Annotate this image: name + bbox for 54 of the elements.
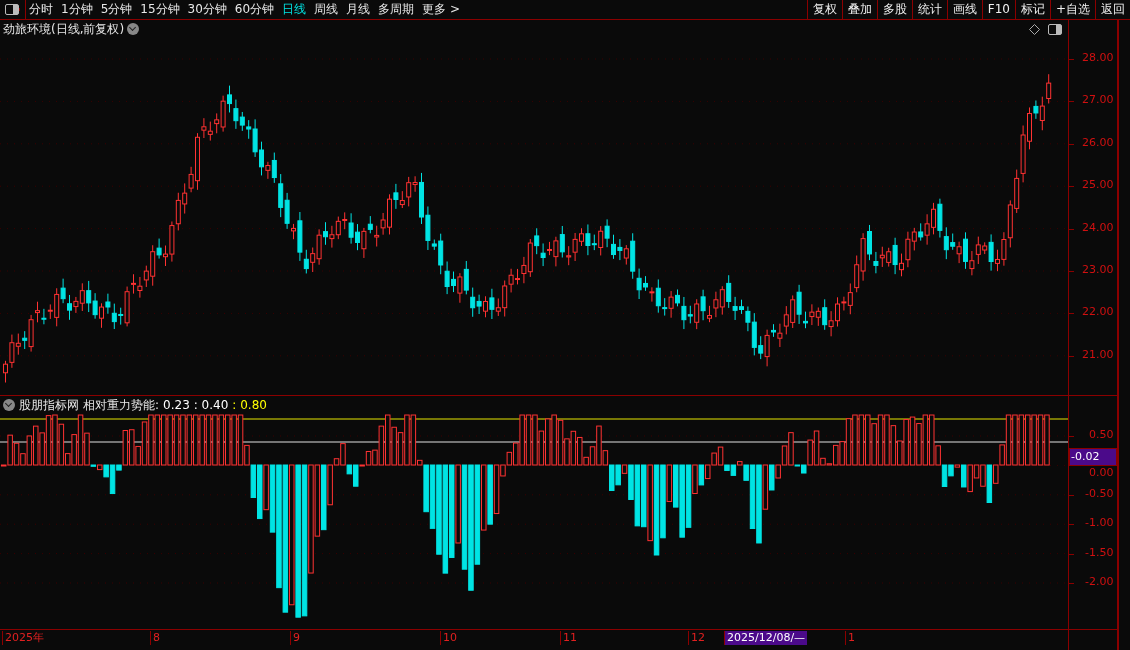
period-tab[interactable]: 周线: [313, 0, 340, 19]
axis-label: 27.00: [1082, 93, 1114, 108]
axis-label: -2.00: [1085, 575, 1114, 589]
axis-label: 0.00: [1089, 466, 1114, 481]
period-tab[interactable]: 更多 >: [421, 0, 461, 19]
period-tab[interactable]: 30分钟: [186, 0, 228, 19]
period-tab[interactable]: 日线: [281, 0, 308, 19]
axis-label: -1.50: [1085, 545, 1114, 560]
axis-label: 26.00: [1082, 135, 1114, 150]
month-label: 12: [688, 631, 707, 645]
period-tab[interactable]: 5分钟: [99, 0, 134, 19]
toolbar-button[interactable]: 复权: [806, 0, 842, 19]
cursor-date-label: 2025/12/08/—: [724, 631, 808, 645]
current-value-label: -0.02: [1069, 448, 1117, 466]
toolbar-button[interactable]: 统计: [911, 0, 947, 19]
panel-toggle-icon[interactable]: [5, 4, 19, 15]
indicator-value: : 0.80: [232, 398, 267, 412]
indicator-value: 0.23: [163, 398, 190, 412]
axis-label: 22.00: [1082, 305, 1114, 320]
toolbar-button[interactable]: +自选: [1049, 0, 1095, 19]
axis-label: 28.00: [1082, 51, 1114, 65]
period-tab[interactable]: 60分钟: [233, 0, 276, 19]
month-label: 10: [440, 631, 459, 645]
month-label: 2025年: [2, 631, 46, 645]
toolbar-button[interactable]: 标记: [1014, 0, 1050, 19]
panel-toggle-icon[interactable]: [1048, 23, 1062, 35]
period-tab[interactable]: 多周期: [377, 0, 416, 19]
indicator-value: : 0.40: [193, 398, 229, 412]
month-label: 1: [845, 631, 857, 645]
axis-label: 21.00: [1082, 347, 1114, 362]
toolbar-button[interactable]: 画线: [946, 0, 982, 19]
month-label: 9: [290, 631, 302, 645]
axis-label: 0.50: [1089, 428, 1114, 442]
toolbar-button[interactable]: 多股: [876, 0, 912, 19]
period-tab[interactable]: 月线: [345, 0, 372, 19]
toolbar-button[interactable]: 返回: [1095, 0, 1130, 19]
toolbar-button[interactable]: 叠加: [841, 0, 877, 19]
indicator-source: 股朋指标网: [19, 396, 79, 414]
axis-label: -1.00: [1085, 516, 1114, 531]
axis-label: -0.50: [1085, 486, 1114, 501]
chevron-down-icon[interactable]: [127, 23, 140, 35]
toolbar-button[interactable]: F10: [981, 0, 1015, 19]
period-tab[interactable]: 15分钟: [139, 0, 181, 19]
axis-label: 23.00: [1082, 263, 1114, 277]
chart-title: 劲旅环境(日线,前复权): [3, 20, 125, 38]
period-tab[interactable]: 分时: [28, 0, 54, 19]
period-tab[interactable]: 1分钟: [60, 0, 94, 19]
chevron-down-icon[interactable]: [3, 399, 15, 411]
month-label: 8: [150, 631, 162, 645]
indicator-name: 相对重力势能:: [83, 396, 160, 414]
month-label: 11: [560, 631, 579, 645]
axis-label: 24.00: [1082, 220, 1114, 235]
diamond-icon[interactable]: [1029, 23, 1040, 35]
axis-label: 25.00: [1082, 178, 1114, 193]
